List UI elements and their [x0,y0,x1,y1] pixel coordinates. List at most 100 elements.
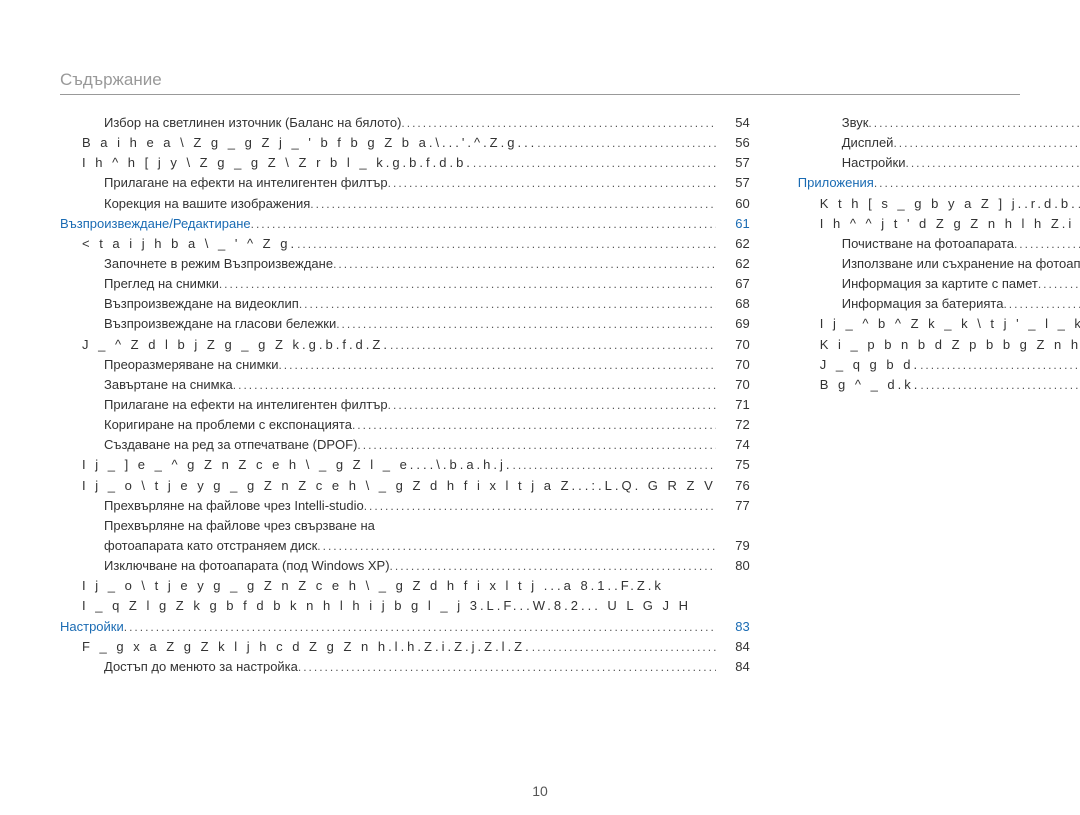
toc-label: Приложения [798,173,874,193]
toc-page-number: 80 [716,556,750,576]
toc-label: Възпроизвеждане/Редактиране [60,214,251,234]
toc-leader-dots [390,557,716,570]
toc-label: Възпроизвеждане на гласови бележки [60,314,336,334]
toc-page-number: 77 [716,496,750,516]
toc-entry: I h ^ ^ j t ' d Z g Z n h l h Z.i Z.j.Z.… [798,214,1080,234]
toc-label: I j _ ] e _ ^ g Z n Z c e h \ _ g Z l _ … [60,455,513,475]
toc-page-number: 83 [716,617,750,637]
toc-label: I j _ o \ t j e y g _ g Z n Z c e h \ _ … [60,576,664,596]
toc-page-number: 67 [716,274,750,294]
toc-entry: фотоапарата като отстраняем диск 79 [60,536,750,556]
toc-label: K t h [ s _ g b y a Z ] j..r.d.b. [798,194,1078,214]
toc-entry: Приложения89 [798,173,1080,193]
toc-page-number: 75 [716,455,750,475]
toc-label: I j _ ^ b ^ Z k _ k \ t j ' _ l _ k t k … [798,314,1080,334]
toc-label: Преглед на снимки [60,274,219,294]
toc-leader-dots [357,436,715,449]
toc-leader-dots [532,638,716,651]
toc-leader-dots [299,295,716,308]
toc-label: F _ g x a Z g Z k l j h c d Z g Z n h.l.… [60,637,532,657]
toc-leader-dots [513,456,716,469]
toc-page-number: 62 [716,234,750,254]
toc-page-number: 74 [716,435,750,455]
toc-entry: Започнете в режим Възпроизвеждане 62 [60,254,750,274]
toc-label: J _ ^ Z d l b j Z g _ g Z k.g.b.f.d.Z. [60,335,390,355]
toc-label: Настройки [60,617,124,637]
toc-label: Достъп до менюто за настройка [60,657,298,677]
toc-entry: Прилагане на ефекти на интелигентен филт… [60,395,750,415]
toc-leader-dots [473,154,716,167]
toc-page-number: 84 [716,657,750,677]
toc-entry: F _ g x a Z g Z k l j h c d Z g Z n h.l.… [60,637,750,657]
toc-page-number: 61 [716,214,750,234]
toc-leader-dots [1003,295,1080,308]
toc-leader-dots [893,134,1080,147]
toc-leader-dots [401,114,715,127]
toc-entry: Информация за картите с памет93 [798,274,1080,294]
toc-entry: Прехвърляне на файлове чрез свързване на [60,516,750,536]
toc-label: < t a i j h b a \ _ ' ^ Z g. [60,234,297,254]
toc-columns: Избор на светлинен източник (Баланс на б… [60,113,1020,677]
toc-label: Корекция на вашите изображения [60,194,310,214]
toc-column-left: Избор на светлинен източник (Баланс на б… [60,113,750,677]
toc-entry: K i _ p b n b d Z p b b g Z n h l h Z.i.… [798,335,1080,355]
toc-label: фотоапарата като отстраняем диск [60,536,317,556]
toc-entry: Възпроизвеждане на гласови бележки69 [60,314,750,334]
toc-entry: J _ ^ Z d l b j Z g _ g Z k.g.b.f.d.Z. 70 [60,335,750,355]
toc-entry: Завъртане на снимка70 [60,375,750,395]
toc-leader-dots [310,195,715,208]
toc-label: I _ q Z l g Z k g b f d b k n h l h i j … [60,596,691,616]
toc-leader-dots [333,255,716,268]
toc-label: Завъртане на снимка [60,375,233,395]
toc-label: Създаване на ред за отпечатване (DPOF) [60,435,357,455]
toc-entry: I j _ o \ t j e y g _ g Z n Z c e h \ _ … [60,476,750,496]
toc-page-number: 57 [716,173,750,193]
toc-entry: Възпроизвеждане на видеоклип 68 [60,294,750,314]
toc-label: B g ^ _ d.k. [798,375,921,395]
title-divider [60,94,1020,95]
toc-label: Възпроизвеждане на видеоклип [60,294,299,314]
toc-leader-dots [388,174,716,187]
toc-page-number: 57 [716,153,750,173]
toc-label: Звук [798,113,869,133]
toc-page-number: 71 [716,395,750,415]
toc-entry: Използване или съхранение на фотоапарата… [798,254,1080,274]
toc-label: Използване или съхранение на фотоапарата [798,254,1080,274]
page-number: 10 [0,783,1080,799]
toc-page-number: 70 [716,335,750,355]
toc-entry: Изключване на фотоапарата (под Windows X… [60,556,750,576]
toc-entry: Настройки86 [798,153,1080,173]
page-title: Съдържание [60,70,1020,90]
toc-entry: Прилагане на ефекти на интелигентен филт… [60,173,750,193]
toc-page-number: 60 [716,194,750,214]
toc-label: B a i h e a \ Z g _ g Z j _ ' b f b g Z … [60,133,537,153]
toc-label: Настройки [798,153,906,173]
toc-leader-dots [906,154,1080,167]
toc-entry: Възпроизвеждане/Редактиране 61 [60,214,750,234]
toc-leader-dots [390,336,716,349]
toc-entry: Почистване на фотоапарата91 [798,234,1080,254]
toc-page-number: 79 [716,536,750,556]
toc-page-number: 68 [716,294,750,314]
toc-label: Изключване на фотоапарата (под Windows X… [60,556,390,576]
toc-label: Коригиране на проблеми с експонацията [60,415,352,435]
toc-label: Прехвърляне на файлове чрез Intelli-stud… [60,496,364,516]
toc-label: J _ q g b d. [798,355,920,375]
toc-label: Информация за картите с памет [798,274,1038,294]
toc-entry: Дисплей85 [798,133,1080,153]
toc-leader-dots [124,618,716,631]
toc-label: Започнете в режим Възпроизвеждане [60,254,333,274]
toc-label: Преоразмеряване на снимки [60,355,278,375]
toc-entry: Избор на светлинен източник (Баланс на б… [60,113,750,133]
toc-leader-dots [1014,235,1080,248]
toc-leader-dots [920,356,1080,369]
toc-leader-dots [874,174,1080,187]
toc-leader-dots [364,497,716,510]
toc-page-number: 84 [716,637,750,657]
toc-leader-dots [1038,275,1080,288]
toc-entry: Звук85 [798,113,1080,133]
toc-page-number: 62 [716,254,750,274]
toc-page-number: 70 [716,355,750,375]
toc-page-number: 72 [716,415,750,435]
toc-leader-dots [920,376,1080,389]
